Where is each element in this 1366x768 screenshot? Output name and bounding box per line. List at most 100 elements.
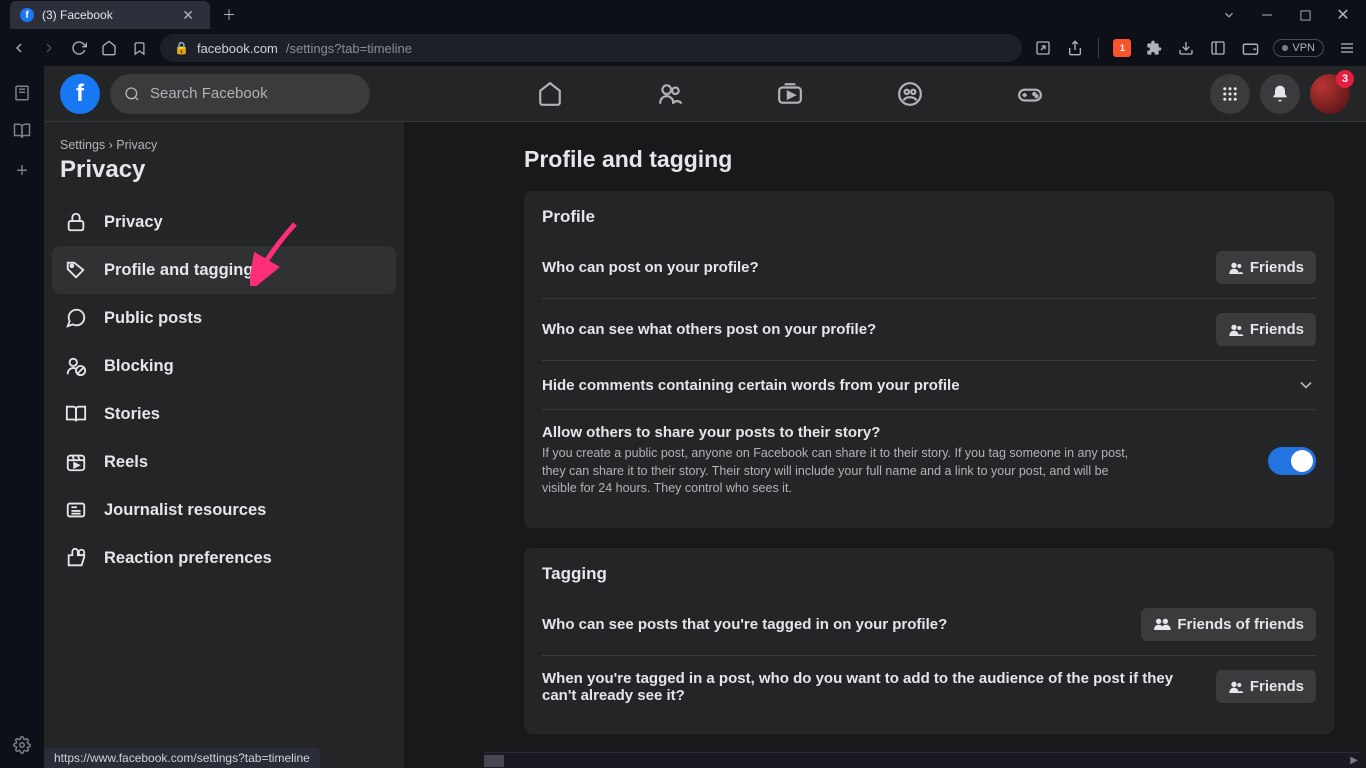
url-host: facebook.com bbox=[197, 41, 278, 56]
rail-bookmarks-icon[interactable] bbox=[13, 84, 31, 102]
lock-icon bbox=[62, 208, 90, 236]
row-add-audience[interactable]: When you're tagged in a post, who do you… bbox=[542, 655, 1316, 718]
sidebar-item-label: Reaction preferences bbox=[104, 549, 272, 568]
friends-of-friends-button[interactable]: Friends of friends bbox=[1141, 608, 1316, 641]
chat-icon bbox=[62, 304, 90, 332]
profile-avatar[interactable]: 3 bbox=[1310, 74, 1350, 114]
sidebar-item-profile-tagging[interactable]: Profile and tagging bbox=[52, 246, 396, 294]
horizontal-scrollbar[interactable]: ▶ bbox=[484, 752, 1360, 768]
friends-of-friends-icon bbox=[1153, 616, 1171, 632]
share-icon[interactable] bbox=[1066, 39, 1084, 57]
row-see-tagged[interactable]: Who can see posts that you're tagged in … bbox=[542, 594, 1316, 655]
sidebar-item-blocking[interactable]: Blocking bbox=[52, 342, 396, 390]
nav-home-icon[interactable] bbox=[100, 39, 118, 57]
tagging-section: Tagging Who can see posts that you're ta… bbox=[524, 548, 1334, 734]
nav-gaming-icon[interactable] bbox=[1017, 81, 1043, 107]
rail-reading-icon[interactable] bbox=[13, 122, 31, 140]
search-placeholder: Search Facebook bbox=[150, 85, 268, 102]
sidebar-item-label: Privacy bbox=[104, 213, 163, 232]
brave-shield-icon[interactable]: 1 bbox=[1113, 39, 1131, 57]
sidebar-item-label: Public posts bbox=[104, 309, 202, 328]
friends-button[interactable]: Friends bbox=[1216, 313, 1316, 346]
row-share-story: Allow others to share your posts to thei… bbox=[542, 409, 1316, 512]
friends-button[interactable]: Friends bbox=[1216, 251, 1316, 284]
row-see-others-post[interactable]: Who can see what others post on your pro… bbox=[542, 298, 1316, 360]
breadcrumb[interactable]: Settings › Privacy bbox=[52, 138, 396, 152]
book-icon bbox=[62, 400, 90, 428]
page-title: Profile and tagging bbox=[524, 146, 1334, 173]
nav-back-icon[interactable] bbox=[10, 39, 28, 57]
sidebar-item-label: Reels bbox=[104, 453, 148, 472]
window-dropdown-icon[interactable] bbox=[1212, 1, 1246, 29]
status-bar: https://www.facebook.com/settings?tab=ti… bbox=[44, 748, 320, 768]
reels-icon bbox=[62, 448, 90, 476]
sidebar-item-public-posts[interactable]: Public posts bbox=[52, 294, 396, 342]
sidebar-title: Privacy bbox=[52, 156, 396, 184]
extensions-icon[interactable] bbox=[1145, 39, 1163, 57]
sidebar-item-privacy[interactable]: Privacy bbox=[52, 198, 396, 246]
search-icon bbox=[124, 86, 140, 102]
menu-grid-button[interactable] bbox=[1210, 74, 1250, 114]
tab-close-icon[interactable]: ✕ bbox=[176, 5, 200, 26]
settings-main: Profile and tagging Profile Who can post… bbox=[404, 122, 1366, 768]
nav-watch-icon[interactable] bbox=[777, 81, 803, 107]
browser-titlebar: f (3) Facebook ✕ ＋ ✕ bbox=[0, 0, 1366, 30]
friends-icon bbox=[1228, 322, 1244, 338]
url-input[interactable]: 🔒 facebook.com/settings?tab=timeline bbox=[160, 34, 1022, 62]
tab-favicon: f bbox=[20, 8, 34, 22]
section-heading: Profile bbox=[542, 207, 1316, 227]
chevron-down-icon bbox=[1296, 375, 1316, 395]
news-icon bbox=[62, 496, 90, 524]
tag-icon bbox=[62, 256, 90, 284]
rail-add-icon[interactable]: + bbox=[16, 160, 28, 183]
nav-groups-icon[interactable] bbox=[897, 81, 923, 107]
browser-side-rail: + bbox=[0, 66, 44, 768]
section-heading: Tagging bbox=[542, 564, 1316, 584]
profile-section: Profile Who can post on your profile? Fr… bbox=[524, 191, 1334, 528]
friends-icon bbox=[1228, 260, 1244, 276]
friends-icon bbox=[1228, 679, 1244, 695]
sidebar-item-journalist[interactable]: Journalist resources bbox=[52, 486, 396, 534]
browser-tab[interactable]: f (3) Facebook ✕ bbox=[10, 1, 210, 29]
wallet-icon[interactable] bbox=[1241, 39, 1259, 57]
fb-logo[interactable]: f bbox=[60, 74, 100, 114]
row-hide-comments[interactable]: Hide comments containing certain words f… bbox=[542, 360, 1316, 409]
divider bbox=[1098, 38, 1099, 58]
sidebar-item-label: Stories bbox=[104, 405, 160, 424]
sidebar-item-stories[interactable]: Stories bbox=[52, 390, 396, 438]
nav-forward-icon bbox=[40, 39, 58, 57]
window-maximize-icon[interactable] bbox=[1288, 1, 1322, 29]
open-external-icon[interactable] bbox=[1034, 39, 1052, 57]
nav-friends-icon[interactable] bbox=[657, 81, 683, 107]
vpn-button[interactable]: VPN bbox=[1273, 39, 1324, 57]
url-path: /settings?tab=timeline bbox=[286, 41, 412, 56]
window-minimize-icon[interactable] bbox=[1250, 1, 1284, 29]
like-icon bbox=[62, 544, 90, 572]
notifications-button[interactable] bbox=[1260, 74, 1300, 114]
fb-top-nav: f Search Facebook 3 bbox=[44, 66, 1366, 122]
nav-bookmark-icon[interactable] bbox=[130, 39, 148, 57]
nav-home-icon[interactable] bbox=[537, 81, 563, 107]
sidebar-item-label: Journalist resources bbox=[104, 501, 266, 520]
fb-search-input[interactable]: Search Facebook bbox=[110, 74, 370, 114]
settings-sidebar: Settings › Privacy Privacy Privacy Profi… bbox=[44, 122, 404, 768]
toggle-share-story[interactable] bbox=[1268, 447, 1316, 475]
notif-badge: 3 bbox=[1336, 70, 1354, 88]
browser-toolbar: 🔒 facebook.com/settings?tab=timeline 1 V… bbox=[0, 30, 1366, 66]
friends-button[interactable]: Friends bbox=[1216, 670, 1316, 703]
sidebar-item-reactions[interactable]: Reaction preferences bbox=[52, 534, 396, 582]
rail-settings-icon[interactable] bbox=[13, 736, 31, 754]
sidebar-item-reels[interactable]: Reels bbox=[52, 438, 396, 486]
new-tab-button[interactable]: ＋ bbox=[216, 3, 242, 27]
sidebar-toggle-icon[interactable] bbox=[1209, 39, 1227, 57]
row-post-on-profile[interactable]: Who can post on your profile? Friends bbox=[542, 237, 1316, 298]
sidebar-item-label: Profile and tagging bbox=[104, 261, 253, 280]
lock-icon: 🔒 bbox=[174, 41, 189, 55]
sidebar-item-label: Blocking bbox=[104, 357, 174, 376]
window-controls: ✕ bbox=[1212, 1, 1366, 29]
nav-reload-icon[interactable] bbox=[70, 39, 88, 57]
block-icon bbox=[62, 352, 90, 380]
window-close-icon[interactable]: ✕ bbox=[1326, 1, 1360, 29]
downloads-icon[interactable] bbox=[1177, 39, 1195, 57]
menu-icon[interactable] bbox=[1338, 39, 1356, 57]
